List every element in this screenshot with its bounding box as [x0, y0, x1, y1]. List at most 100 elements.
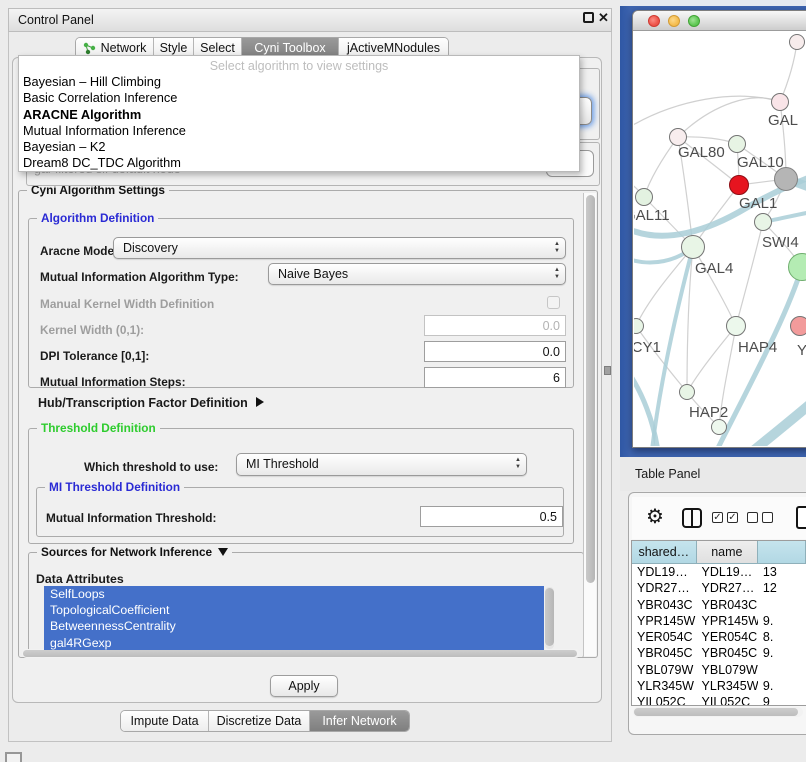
sources-section-toggle[interactable]: Sources for Network Inference	[37, 545, 232, 559]
dropdown-option[interactable]: Bayesian – K2	[19, 139, 579, 155]
network-node-gal10[interactable]	[728, 135, 746, 153]
node-attribute-table[interactable]: shared…nameYDL19…YDL19…13YDR27…YDR27…12Y…	[631, 540, 806, 706]
zoom-window-icon[interactable]	[688, 15, 700, 27]
mi-algorithm-type-select[interactable]: Naive Bayes ▲▼	[268, 263, 566, 285]
close-panel-icon[interactable]: ✕	[598, 10, 609, 26]
table-cell: YIL052C	[632, 694, 697, 706]
float-window-icon[interactable]	[583, 12, 594, 23]
dropdown-option[interactable]: Mutual Information Inference	[19, 123, 579, 139]
dropdown-option[interactable]: Basic Correlation Inference	[19, 90, 579, 106]
node-label: GAL4	[695, 260, 733, 277]
table-cell: 9.	[758, 645, 806, 661]
panel-splitter-handle[interactable]	[604, 366, 611, 375]
attribute-item[interactable]: BetweennessCentrality	[44, 618, 544, 634]
table-row[interactable]: YER054CYER054C8.	[632, 629, 806, 645]
network-node-gal[interactable]	[771, 93, 789, 111]
mi-steps-input[interactable]: 6	[424, 367, 566, 388]
attributes-list-scrollbar[interactable]	[545, 587, 554, 649]
table-row[interactable]: YDL19…YDL19…13	[632, 564, 806, 580]
network-edge[interactable]	[678, 98, 780, 137]
column-header-shared…[interactable]: shared…	[632, 541, 697, 564]
table-cell: YBR043C	[697, 597, 758, 613]
network-desktop: GALGAL80GAL10GAL1GAL11SWI4GAL4GCY1HAP4YH…	[620, 0, 806, 457]
export-table-icon[interactable]	[796, 506, 806, 529]
network-node[interactable]	[789, 34, 805, 50]
table-cell: YPR145W	[632, 613, 697, 629]
network-node-gal4[interactable]	[681, 235, 705, 259]
table-row[interactable]: YDR27…YDR27…12	[632, 580, 806, 596]
corner-widget[interactable]	[5, 752, 22, 762]
aracne-mode-value: Discovery	[123, 241, 178, 255]
deselect-all-checkbox-icon[interactable]	[747, 512, 758, 523]
apply-button[interactable]: Apply	[270, 675, 338, 697]
network-window-titlebar[interactable]	[633, 11, 806, 31]
tab-label: Style	[160, 41, 188, 55]
mi-algorithm-type-value: Naive Bayes	[278, 267, 348, 281]
aracne-mode-select[interactable]: Discovery ▲▼	[113, 237, 566, 259]
which-threshold-select[interactable]: MI Threshold ▲▼	[236, 453, 527, 476]
network-edge[interactable]	[742, 394, 806, 446]
dropdown-option[interactable]: ARACNE Algorithm	[19, 107, 579, 123]
dpi-tolerance-input[interactable]: 0.0	[424, 341, 566, 362]
network-canvas[interactable]: GALGAL80GAL10GAL1GAL11SWI4GAL4GCY1HAP4YH…	[634, 32, 806, 446]
hub-section-toggle[interactable]: Hub/Transcription Factor Definition	[38, 396, 264, 410]
table-row[interactable]: YPR145WYPR145W9.	[632, 613, 806, 629]
attribute-item[interactable]: TopologicalCoefficient	[44, 602, 544, 618]
kernel-width-input[interactable]: 0.0	[424, 315, 566, 336]
table-cell: YDR27…	[697, 580, 758, 596]
network-node-gal11[interactable]	[635, 188, 653, 206]
network-edge[interactable]	[687, 326, 736, 392]
table-cell: YIL052C	[697, 694, 758, 706]
network-edge[interactable]	[736, 222, 763, 326]
network-edge[interactable]	[693, 247, 736, 326]
sources-section-title: Sources for Network Inference	[41, 545, 212, 559]
dropdown-prompt: Select algorithm to view settings	[19, 56, 579, 74]
select-all-checkbox-icon[interactable]: ✓	[727, 512, 738, 523]
network-view-window[interactable]: GALGAL80GAL10GAL1GAL11SWI4GAL4GCY1HAP4YH…	[632, 10, 806, 448]
manual-kernel-width-checkbox[interactable]	[547, 296, 560, 309]
table-cell: YBR045C	[697, 645, 758, 661]
settings-vertical-scrollbar[interactable]	[583, 193, 596, 656]
network-node[interactable]	[711, 419, 727, 435]
tab-discretize-data[interactable]: Discretize Data	[209, 711, 310, 731]
column-header-name[interactable]: name	[697, 541, 758, 564]
table-cell: YLR345W	[632, 678, 697, 694]
table-row[interactable]: YBR043CYBR043C	[632, 597, 806, 613]
table-row[interactable]: YLR345WYLR345W9.	[632, 678, 806, 694]
combo-arrows-icon: ▲▼	[554, 241, 560, 255]
dropdown-option[interactable]: Dream8 DC_TDC Algorithm	[19, 155, 579, 171]
tab-infer-network[interactable]: Infer Network	[310, 711, 409, 731]
table-row[interactable]: YBR045CYBR045C9.	[632, 645, 806, 661]
table-row[interactable]: YIL052CYIL052C9	[632, 694, 806, 706]
network-node-y[interactable]	[790, 316, 806, 336]
close-window-icon[interactable]	[648, 15, 660, 27]
select-all-checkbox-icon[interactable]: ✓	[712, 512, 723, 523]
deselect-all-checkbox-icon[interactable]	[762, 512, 773, 523]
network-node[interactable]	[774, 167, 798, 191]
tab-label: Network	[101, 41, 147, 55]
attribute-item[interactable]: SelfLoops	[44, 586, 544, 602]
network-edge[interactable]	[634, 96, 780, 128]
show-columns-icon[interactable]	[682, 508, 702, 528]
gear-icon[interactable]: ⚙	[646, 504, 664, 529]
network-node-gal1[interactable]	[729, 175, 749, 195]
dropdown-option[interactable]: Bayesian – Hill Climbing	[19, 74, 579, 90]
network-node-hap2[interactable]	[679, 384, 695, 400]
node-label: GAL	[768, 112, 798, 129]
column-header-extra[interactable]	[758, 541, 806, 564]
minimize-window-icon[interactable]	[668, 15, 680, 27]
table-cell: 9.	[758, 613, 806, 629]
node-label: HAP4	[738, 339, 777, 356]
mi-threshold-input[interactable]: 0.5	[420, 506, 563, 527]
network-node-hap4[interactable]	[726, 316, 746, 336]
mi-algorithm-type-label: Mutual Information Algorithm Type:	[40, 270, 239, 284]
attribute-item[interactable]: gal4RGexp	[44, 635, 544, 650]
network-edge[interactable]	[634, 372, 658, 446]
table-row[interactable]: YBL079WYBL079W	[632, 662, 806, 678]
settings-horizontal-scrollbar[interactable]	[22, 649, 580, 658]
table-cell: 8.	[758, 629, 806, 645]
tab-impute-data[interactable]: Impute Data	[121, 711, 209, 731]
hub-section-label: Hub/Transcription Factor Definition	[38, 396, 248, 410]
network-node-swi4[interactable]	[754, 213, 772, 231]
network-edge[interactable]	[644, 137, 678, 197]
